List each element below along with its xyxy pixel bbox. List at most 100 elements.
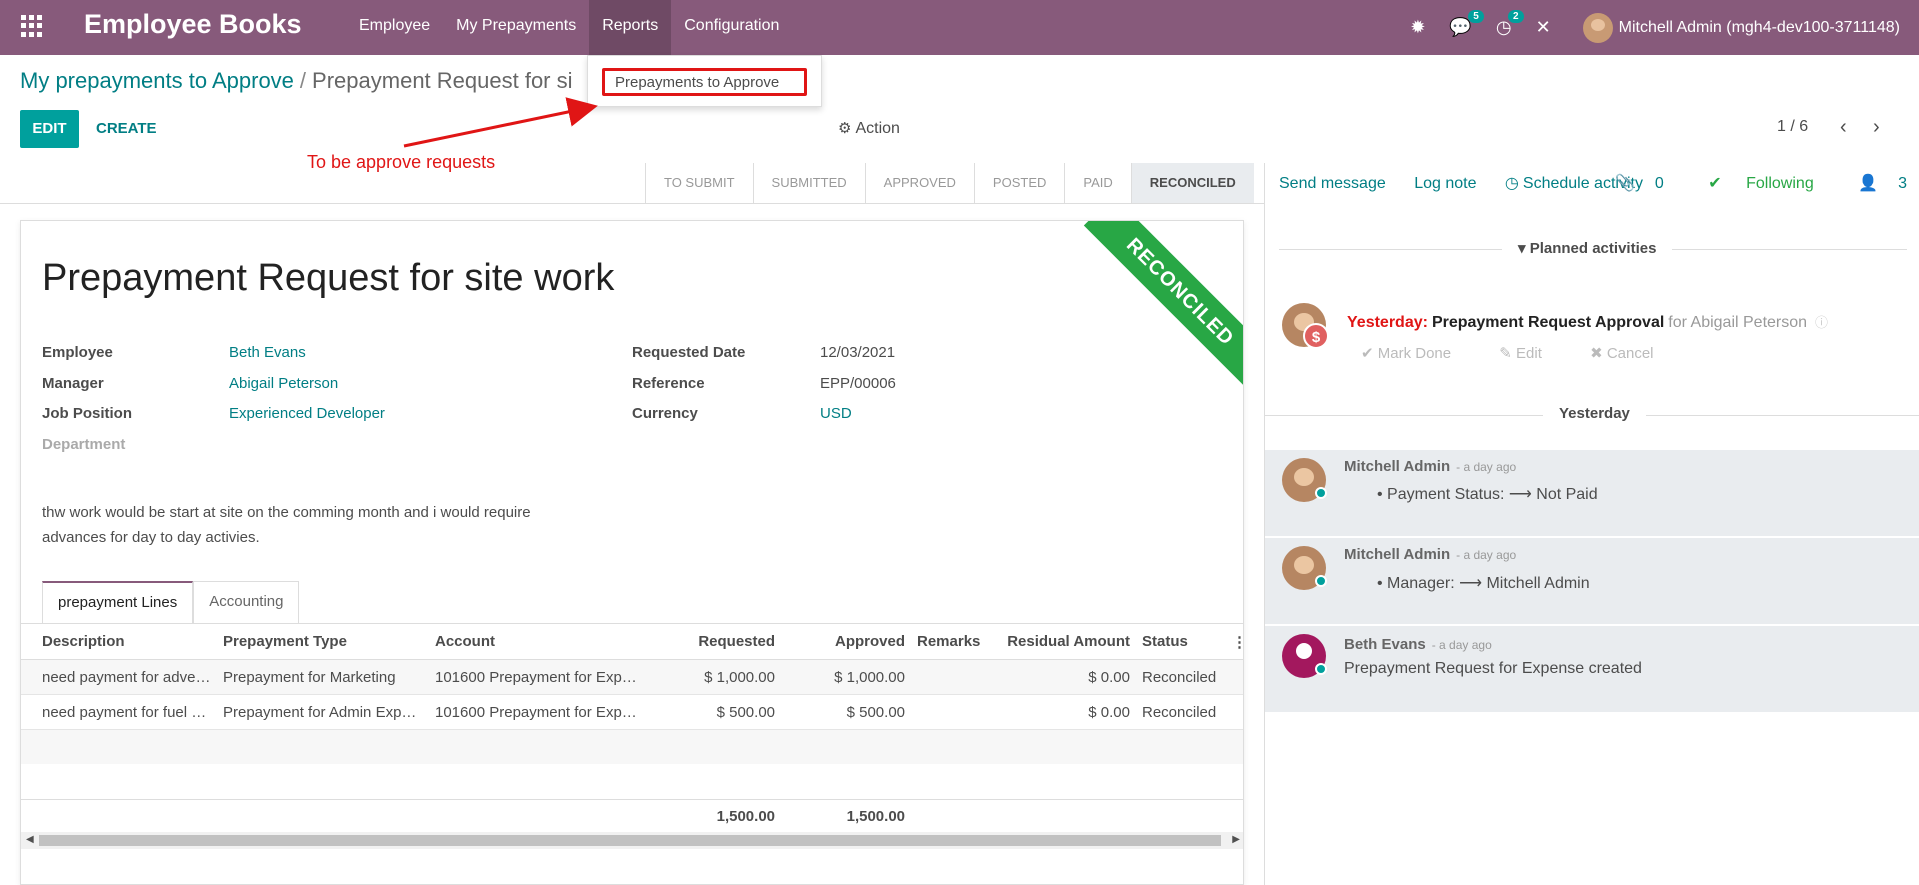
breadcrumb-parent[interactable]: My prepayments to Approve (20, 68, 294, 93)
cell-description: need payment for advertisement (42, 668, 217, 686)
reconciled-ribbon: RECONCILED (1083, 221, 1243, 389)
value-job-position[interactable]: Experienced Developer (229, 405, 385, 422)
cancel-activity-label: Cancel (1606, 345, 1654, 362)
user-avatar (1582, 12, 1613, 43)
caret-down-icon: ▾ (1518, 240, 1530, 257)
pager-value[interactable]: 1 / 6 (1777, 118, 1808, 136)
activity-line: Yesterday: Prepayment Request Approval for… (1347, 312, 1828, 332)
total-approved: 1,500.00 (846, 808, 905, 825)
cell-status: Reconciled (1142, 703, 1217, 721)
column-options-icon[interactable]: ⋮ (1226, 633, 1243, 651)
message-author-line: Mitchell Admin - a day ago (1344, 458, 1516, 475)
app-brand[interactable]: Employee Books (84, 9, 302, 40)
check-icon: ✔ (1708, 175, 1727, 192)
following-button[interactable]: ✔ Following (1688, 175, 1813, 192)
message-author[interactable]: Mitchell Admin (1344, 546, 1450, 563)
stage-posted[interactable]: POSTED (973, 163, 1064, 203)
table-row[interactable]: need payment for advertisement Prepaymen… (21, 660, 1243, 695)
table-row[interactable]: need payment for fuel allowance Prepayme… (21, 695, 1243, 730)
edit-activity-button[interactable]: ✎ Edit (1499, 345, 1564, 362)
send-message-button[interactable]: Send message (1279, 175, 1386, 192)
message-date: - a day ago (1456, 460, 1517, 474)
cancel-activity-button[interactable]: ✖ Cancel (1590, 345, 1675, 362)
gear-icon: ⚙ (838, 120, 852, 137)
cell-account: 101600 Prepayment for Expense (435, 703, 651, 721)
menu-my-prepayments[interactable]: My Prepayments (443, 0, 589, 55)
message-date: - a day ago (1431, 638, 1492, 652)
mark-done-button[interactable]: ✔ Mark Done (1361, 345, 1473, 362)
followers-button[interactable]: 👤 3 (1838, 175, 1907, 192)
statusbar-divider (0, 203, 1265, 204)
followers-count: 3 (1898, 175, 1907, 192)
col-description[interactable]: Description (21, 633, 217, 650)
record-title: Prepayment Request for site work (42, 257, 615, 299)
activity-badge: 2 (1508, 10, 1524, 23)
col-residual-amount[interactable]: Residual Amount (996, 633, 1136, 650)
scroll-thumb[interactable] (39, 835, 1221, 846)
log-note-button[interactable]: Log note (1414, 175, 1476, 192)
value-employee[interactable]: Beth Evans (229, 344, 306, 361)
attachment-button[interactable]: 📎 0 (1595, 175, 1664, 192)
description-text: thw work would be start at site on the c… (42, 504, 531, 546)
message-author[interactable]: Mitchell Admin (1344, 458, 1450, 475)
tools-icon[interactable]: ✕ (1536, 17, 1551, 38)
scroll-left-icon[interactable]: ◀ (26, 834, 34, 845)
col-requested[interactable]: Requested (651, 633, 781, 650)
stage-to-submit[interactable]: TO SUBMIT (645, 163, 753, 203)
activity-clock-icon[interactable]: ◷ 2 (1496, 10, 1524, 38)
cell-requested: $ 500.00 (716, 703, 775, 721)
empty-row (21, 730, 1243, 764)
edit-button[interactable]: EDIT (20, 110, 79, 148)
menu-reports[interactable]: Reports (589, 0, 672, 55)
prepayment-lines-table: Description Prepayment Type Account Requ… (21, 624, 1243, 798)
col-remarks[interactable]: Remarks (911, 633, 996, 650)
cell-approved: $ 1,000.00 (834, 668, 905, 686)
horizontal-scrollbar[interactable]: ◀ ▶ (21, 832, 1243, 849)
stage-reconciled[interactable]: RECONCILED (1130, 163, 1254, 203)
chat-icon[interactable]: 💬 5 (1449, 10, 1484, 38)
stage-approved[interactable]: APPROVED (864, 163, 974, 203)
info-icon[interactable]: ⓘ (1815, 315, 1828, 330)
message-date: - a day ago (1456, 548, 1517, 562)
apps-menu-icon[interactable] (21, 15, 43, 37)
chevron-right-icon[interactable]: › (1873, 116, 1880, 139)
col-approved[interactable]: Approved (781, 633, 911, 650)
tab-accounting[interactable]: Accounting (193, 581, 300, 623)
planned-activities-toggle[interactable]: ▾ Planned activities (1502, 239, 1673, 257)
scroll-right-icon[interactable]: ▶ (1232, 834, 1240, 845)
message-author[interactable]: Beth Evans (1344, 636, 1426, 653)
tracking-value: • Manager: ⟶ Mitchell Admin (1377, 575, 1590, 592)
main-menu: Employee My Prepayments Reports Configur… (346, 0, 792, 55)
clock-icon: ◷ (1504, 175, 1519, 192)
message-item: Mitchell Admin - a day ago • Payment Stat… (1265, 450, 1919, 536)
user-menu[interactable]: Mitchell Admin (mgh4-dev100-3711148) (1582, 12, 1900, 43)
action-menu[interactable]: ⚙ Action (838, 119, 900, 138)
col-status[interactable]: Status (1136, 633, 1226, 650)
col-prepayment-type[interactable]: Prepayment Type (217, 633, 429, 650)
label-reference: Reference (632, 375, 705, 392)
breadcrumb-separator: / (299, 68, 307, 93)
total-requested: 1,500.00 (716, 808, 775, 825)
chevron-left-icon[interactable]: ‹ (1840, 116, 1847, 139)
online-status-icon (1315, 663, 1327, 675)
menu-configuration[interactable]: Configuration (671, 0, 792, 55)
dropdown-item-prepayments-to-approve[interactable]: Prepayments to Approve (602, 68, 807, 96)
create-button[interactable]: CREATE (96, 110, 157, 148)
stage-paid[interactable]: PAID (1064, 163, 1130, 203)
form-sheet: RECONCILED Prepayment Request for site w… (20, 220, 1244, 885)
action-label: Action (855, 120, 900, 137)
label-job-position: Job Position (42, 405, 132, 422)
col-account[interactable]: Account (429, 633, 651, 650)
bug-icon[interactable]: ✹ (1410, 17, 1425, 38)
label-employee: Employee (42, 344, 113, 361)
following-label: Following (1746, 175, 1814, 192)
value-manager[interactable]: Abigail Peterson (229, 375, 338, 392)
dollar-icon: $ (1303, 323, 1329, 349)
message-item: Mitchell Admin - a day ago • Manager: ⟶ M… (1265, 538, 1919, 624)
label-manager: Manager (42, 375, 104, 392)
menu-employee[interactable]: Employee (346, 0, 443, 55)
stage-submitted[interactable]: SUBMITTED (752, 163, 865, 203)
tab-prepayment-lines[interactable]: prepayment Lines (42, 581, 194, 623)
value-currency[interactable]: USD (820, 405, 852, 422)
label-department: Department (42, 436, 126, 453)
